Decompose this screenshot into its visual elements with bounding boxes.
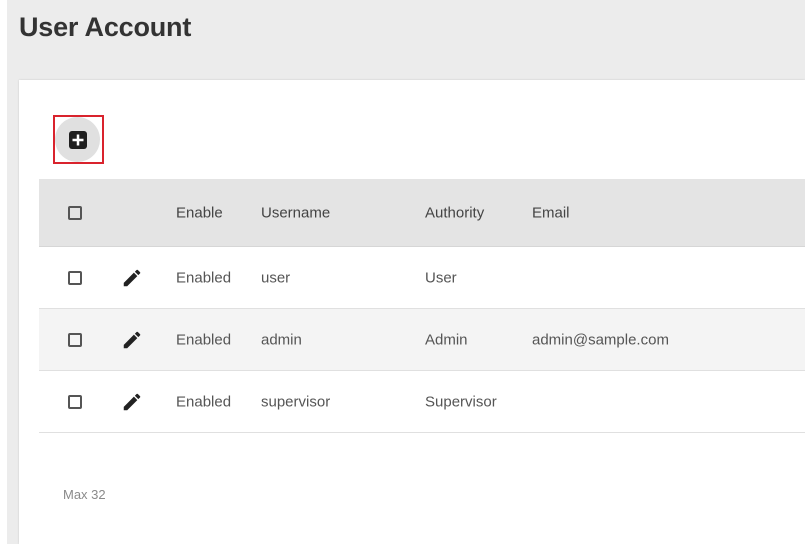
cell-username: supervisor: [261, 393, 331, 410]
edit-pencil-icon[interactable]: [121, 391, 143, 413]
column-header-email[interactable]: Email: [532, 204, 570, 221]
cell-enable: Enabled: [176, 393, 232, 410]
cell-username: admin: [261, 331, 302, 348]
table-row: Enabled admin Admin admin@sample.com: [39, 309, 805, 371]
cell-authority: Admin: [425, 331, 468, 348]
table-row: Enabled supervisor Supervisor: [39, 371, 805, 433]
edit-pencil-icon[interactable]: [121, 329, 143, 351]
user-table: Enable Username Authority Email Enabled …: [39, 179, 805, 433]
edit-pencil-icon[interactable]: [121, 267, 143, 289]
cell-enable: Enabled: [176, 331, 232, 348]
row-checkbox[interactable]: [68, 270, 82, 285]
row-checkbox[interactable]: [68, 394, 82, 409]
column-header-username[interactable]: Username: [261, 204, 330, 221]
table-header-row: Enable Username Authority Email: [39, 179, 805, 247]
cell-authority: Supervisor: [425, 393, 497, 410]
table-row: Enabled user User: [39, 247, 805, 309]
add-user-button[interactable]: [55, 117, 100, 162]
column-header-authority[interactable]: Authority: [425, 204, 484, 221]
max-users-note: Max 32: [63, 487, 106, 502]
cell-email: admin@sample.com: [532, 331, 669, 348]
column-header-enable[interactable]: Enable: [176, 204, 223, 221]
cell-enable: Enabled: [176, 269, 232, 286]
cell-username: user: [261, 269, 291, 286]
page-title: User Account: [19, 12, 192, 42]
cell-authority: User: [425, 269, 457, 286]
select-all-checkbox[interactable]: [68, 205, 82, 220]
row-checkbox[interactable]: [68, 332, 82, 347]
add-box-icon: [68, 130, 87, 149]
